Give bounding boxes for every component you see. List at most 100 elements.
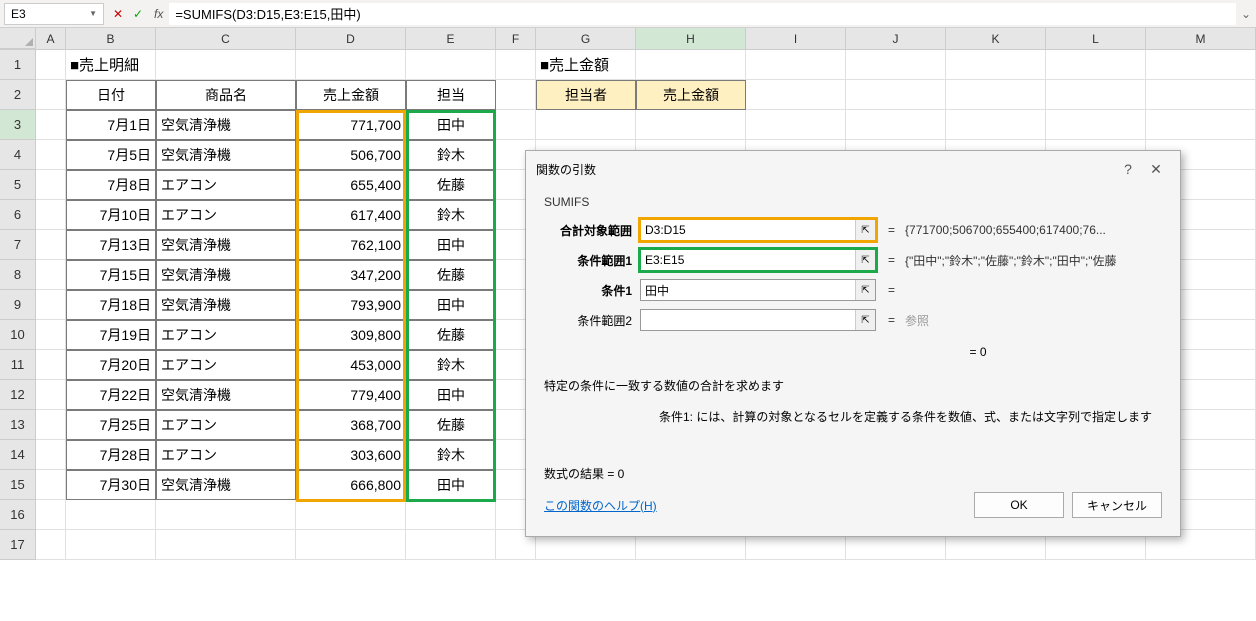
- cell[interactable]: 鈴木: [406, 140, 496, 170]
- cell[interactable]: [406, 500, 496, 530]
- cell[interactable]: 7月30日: [66, 470, 156, 500]
- cell[interactable]: エアコン: [156, 350, 296, 380]
- row-header[interactable]: 16: [0, 500, 36, 530]
- col-header[interactable]: J: [846, 28, 946, 49]
- cell[interactable]: [946, 110, 1046, 140]
- range-select-icon[interactable]: ⇱: [855, 250, 875, 270]
- cell[interactable]: 売上金額: [636, 80, 746, 110]
- arg-input[interactable]: [641, 310, 855, 330]
- cell[interactable]: [36, 350, 66, 380]
- cell[interactable]: [536, 110, 636, 140]
- col-header[interactable]: I: [746, 28, 846, 49]
- row-header[interactable]: 6: [0, 200, 36, 230]
- cell[interactable]: 368,700: [296, 410, 406, 440]
- cell[interactable]: 佐藤: [406, 260, 496, 290]
- cell[interactable]: [746, 80, 846, 110]
- cell[interactable]: 793,900: [296, 290, 406, 320]
- range-select-icon[interactable]: ⇱: [855, 280, 875, 300]
- cell[interactable]: [156, 500, 296, 530]
- cell[interactable]: 7月1日: [66, 110, 156, 140]
- cell[interactable]: [406, 530, 496, 560]
- dialog-help-button[interactable]: ?: [1114, 159, 1142, 179]
- cancel-button[interactable]: キャンセル: [1072, 492, 1162, 518]
- cell[interactable]: 506,700: [296, 140, 406, 170]
- cell[interactable]: 7月5日: [66, 140, 156, 170]
- cell[interactable]: 鈴木: [406, 200, 496, 230]
- cell[interactable]: [846, 50, 946, 80]
- cell[interactable]: [1046, 50, 1146, 80]
- cell[interactable]: 田中: [406, 380, 496, 410]
- cell[interactable]: [36, 80, 66, 110]
- cell[interactable]: [36, 380, 66, 410]
- cell[interactable]: [36, 320, 66, 350]
- cell[interactable]: [1146, 80, 1256, 110]
- cell[interactable]: [36, 410, 66, 440]
- arg-input[interactable]: [641, 250, 855, 270]
- cell[interactable]: [846, 80, 946, 110]
- cell[interactable]: [496, 110, 536, 140]
- cell[interactable]: 空気清浄機: [156, 260, 296, 290]
- cell[interactable]: [36, 200, 66, 230]
- cell[interactable]: 666,800: [296, 470, 406, 500]
- col-header[interactable]: E: [406, 28, 496, 49]
- cell[interactable]: 771,700: [296, 110, 406, 140]
- cell[interactable]: [156, 530, 296, 560]
- cell[interactable]: 佐藤: [406, 320, 496, 350]
- cell[interactable]: 7月15日: [66, 260, 156, 290]
- cell[interactable]: エアコン: [156, 170, 296, 200]
- cell[interactable]: [296, 530, 406, 560]
- cell[interactable]: [636, 50, 746, 80]
- cell[interactable]: [636, 110, 746, 140]
- cell[interactable]: [36, 290, 66, 320]
- cell[interactable]: 453,000: [296, 350, 406, 380]
- cell[interactable]: 7月19日: [66, 320, 156, 350]
- cell[interactable]: [746, 110, 846, 140]
- cell[interactable]: 担当: [406, 80, 496, 110]
- col-header[interactable]: G: [536, 28, 636, 49]
- cell[interactable]: 田中: [406, 230, 496, 260]
- row-header[interactable]: 5: [0, 170, 36, 200]
- cell[interactable]: [36, 50, 66, 80]
- row-header[interactable]: 4: [0, 140, 36, 170]
- formula-expand-button[interactable]: ⌄: [1236, 3, 1256, 25]
- cell[interactable]: 空気清浄機: [156, 110, 296, 140]
- cell[interactable]: 空気清浄機: [156, 380, 296, 410]
- cell[interactable]: エアコン: [156, 440, 296, 470]
- cell[interactable]: [66, 530, 156, 560]
- cell[interactable]: 売上金額: [296, 80, 406, 110]
- row-header[interactable]: 17: [0, 530, 36, 560]
- cell[interactable]: 空気清浄機: [156, 230, 296, 260]
- cell[interactable]: [946, 50, 1046, 80]
- cell[interactable]: ■売上明細: [66, 50, 156, 80]
- col-header[interactable]: A: [36, 28, 66, 49]
- range-select-icon[interactable]: ⇱: [855, 310, 875, 330]
- dialog-close-button[interactable]: ✕: [1142, 159, 1170, 179]
- col-header[interactable]: H: [636, 28, 746, 49]
- row-header[interactable]: 11: [0, 350, 36, 380]
- row-header[interactable]: 15: [0, 470, 36, 500]
- cell[interactable]: 762,100: [296, 230, 406, 260]
- formula-confirm-button[interactable]: ✓: [128, 3, 148, 25]
- cell[interactable]: 617,400: [296, 200, 406, 230]
- col-header[interactable]: M: [1146, 28, 1256, 49]
- cell[interactable]: 田中: [406, 470, 496, 500]
- col-header[interactable]: D: [296, 28, 406, 49]
- dialog-titlebar[interactable]: 関数の引数 ? ✕: [526, 151, 1180, 187]
- cell[interactable]: [36, 500, 66, 530]
- cell[interactable]: [36, 110, 66, 140]
- function-help-link[interactable]: この関数のヘルプ(H): [544, 497, 657, 514]
- cell[interactable]: [36, 140, 66, 170]
- cell[interactable]: [946, 80, 1046, 110]
- col-header[interactable]: K: [946, 28, 1046, 49]
- col-header[interactable]: B: [66, 28, 156, 49]
- cell[interactable]: 空気清浄機: [156, 140, 296, 170]
- formula-cancel-button[interactable]: ✕: [108, 3, 128, 25]
- cell[interactable]: [1146, 110, 1256, 140]
- cell[interactable]: 303,600: [296, 440, 406, 470]
- fx-icon[interactable]: fx: [148, 7, 169, 21]
- row-header[interactable]: 8: [0, 260, 36, 290]
- cell[interactable]: [406, 50, 496, 80]
- cell[interactable]: 空気清浄機: [156, 290, 296, 320]
- cell[interactable]: 佐藤: [406, 410, 496, 440]
- cell[interactable]: [496, 80, 536, 110]
